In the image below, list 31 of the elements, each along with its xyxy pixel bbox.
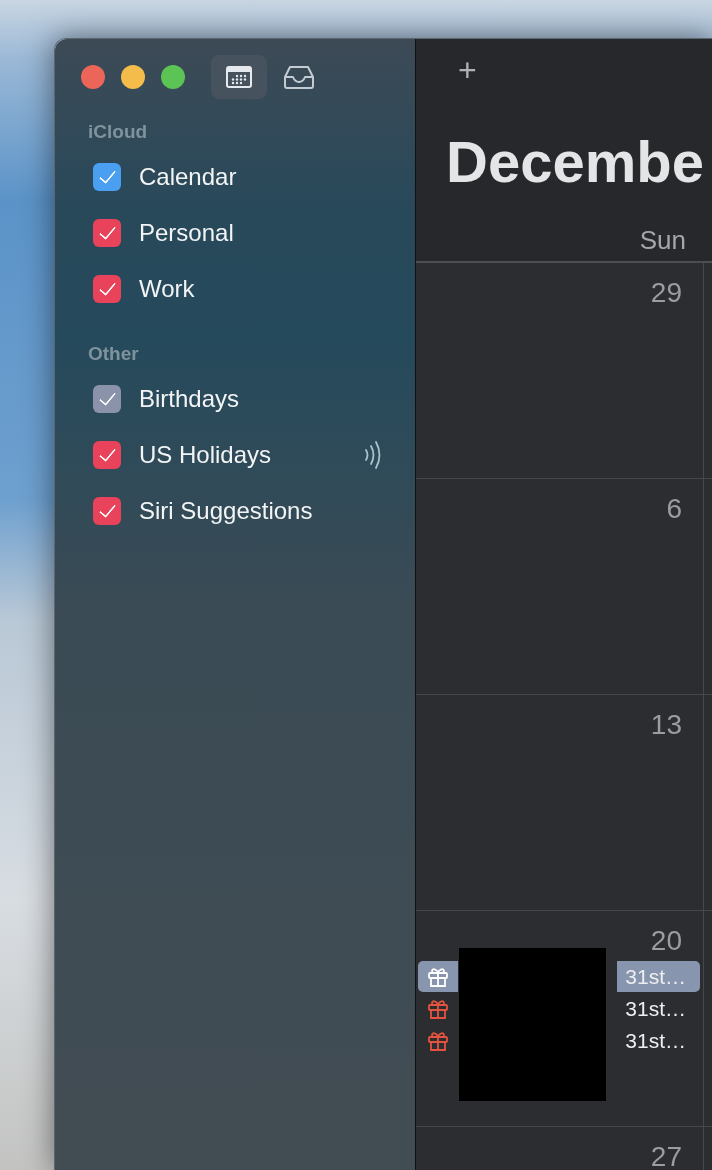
minimize-button[interactable] xyxy=(121,65,145,89)
day-number: 27 xyxy=(649,1140,683,1170)
calendar-view-button[interactable] xyxy=(211,55,267,99)
checkbox[interactable] xyxy=(93,497,121,525)
checkbox[interactable] xyxy=(93,385,121,413)
event-title[interactable]: 31st… xyxy=(617,993,700,1024)
calendar-name: Birthdays xyxy=(139,385,241,413)
add-event-button[interactable]: + xyxy=(416,39,477,89)
event-title[interactable]: 31st… xyxy=(617,1025,700,1056)
weekday-label: Sun xyxy=(638,224,687,257)
month-title: Decembe xyxy=(445,128,705,196)
checkbox[interactable] xyxy=(93,163,121,191)
calendar-name: Work xyxy=(139,275,196,303)
calendar-name: Personal xyxy=(139,219,235,247)
checkbox[interactable] xyxy=(93,275,121,303)
day-number: 20 xyxy=(649,924,683,958)
day-number: 29 xyxy=(649,276,683,310)
close-button[interactable] xyxy=(81,65,105,89)
checkbox[interactable] xyxy=(93,219,121,247)
section-header: Other xyxy=(87,342,140,366)
zoom-button[interactable] xyxy=(161,65,185,89)
calendar-icon xyxy=(226,66,252,88)
calendar-name: US Holidays xyxy=(139,441,273,469)
day-number: 13 xyxy=(649,708,683,742)
calendar-name: Calendar xyxy=(139,163,238,191)
checkbox[interactable] xyxy=(93,441,121,469)
section-header: iCloud xyxy=(87,120,149,144)
gift-icon[interactable] xyxy=(418,961,458,992)
day-number: 6 xyxy=(665,492,683,526)
inbox-icon xyxy=(283,65,315,89)
calendar-name: Siri Suggestions xyxy=(139,497,314,525)
